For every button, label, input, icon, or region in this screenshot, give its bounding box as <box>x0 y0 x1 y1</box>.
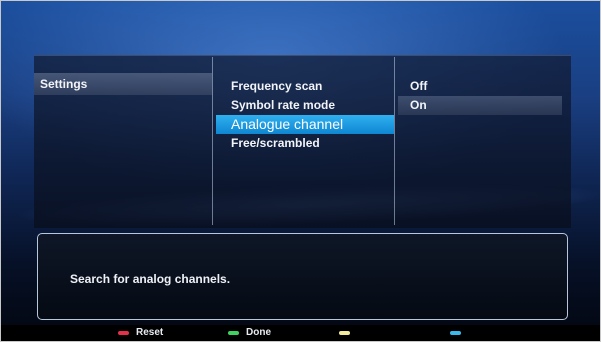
color-key-bar <box>0 325 601 342</box>
red-key-icon <box>118 331 129 335</box>
menu-item-frequency-scan[interactable]: Frequency scan <box>216 77 394 96</box>
column-divider-1 <box>212 57 213 225</box>
menu-item-analogue-channel[interactable]: Analogue channel <box>216 115 394 134</box>
color-key-done[interactable]: Done <box>228 327 271 339</box>
tv-screen: Settings Frequency scan Symbol rate mode… <box>0 0 601 342</box>
info-text: Search for analog channels. <box>70 272 231 286</box>
value-item-on[interactable]: On <box>398 96 562 115</box>
menu-column-sections: Settings <box>34 73 212 95</box>
value-item-off[interactable]: Off <box>398 77 562 96</box>
color-key-yellow[interactable] <box>339 327 357 339</box>
color-key-blue[interactable] <box>450 327 468 339</box>
menu-item-settings[interactable]: Settings <box>34 73 212 95</box>
info-box: Search for analog channels. <box>37 233 568 320</box>
menu-column-values: Off On <box>398 77 562 115</box>
menu-item-free-scrambled[interactable]: Free/scrambled <box>216 134 394 153</box>
menu-item-symbol-rate-mode[interactable]: Symbol rate mode <box>216 96 394 115</box>
color-key-reset[interactable]: Reset <box>118 327 163 339</box>
blue-key-icon <box>450 331 461 335</box>
green-key-icon <box>228 331 239 335</box>
menu-column-options: Frequency scan Symbol rate mode Analogue… <box>216 77 394 153</box>
yellow-key-icon <box>339 331 350 335</box>
color-key-label-reset: Reset <box>136 327 164 338</box>
color-key-label-done: Done <box>246 327 271 338</box>
column-divider-2 <box>394 57 395 225</box>
